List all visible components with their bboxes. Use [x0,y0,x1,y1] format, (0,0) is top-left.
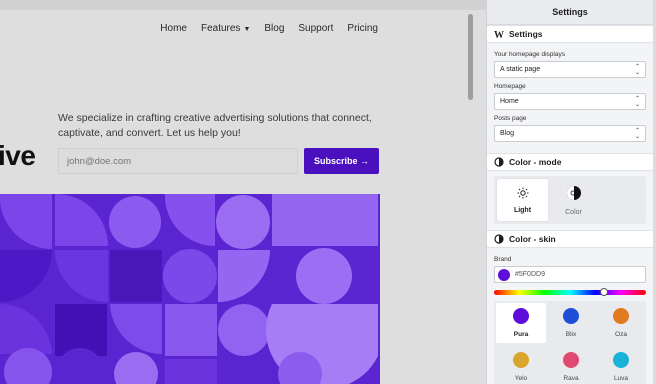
settings-panel: Settings W Settings Your homepage displa… [486,0,653,384]
brand-color-swatch[interactable] [498,268,510,281]
homepage-value: Home [500,98,519,105]
site-preview: Home Features ▼ Blog Support Pricing We s… [0,0,486,384]
color-mode-options: Light Color [494,176,646,224]
skin-label: Blix [565,331,577,338]
color-skin-body: Brand #5F0DD9 Pura Blix Oza Yelo Rava Lu… [487,248,653,384]
subscribe-button[interactable]: Subscribe → [304,148,379,174]
skin-options: Pura Blix Oza Yelo Rava Luva [494,301,646,384]
chevron-up-down-icon: ⌃ ⌄ [634,63,640,76]
preview-scrollbar[interactable] [468,14,473,100]
preview-topbar [0,0,486,10]
chevron-up-down-icon: ⌃ ⌄ [634,95,640,108]
posts-page-label: Posts page [494,115,527,122]
settings-section-body: Your homepage displays A static page ⌃ ⌄ … [487,43,653,153]
chevron-down-icon: ▼ [243,26,251,33]
mode-option-light[interactable]: Light [497,179,548,221]
homepage-label: Homepage [494,83,526,90]
skin-label: Luva [613,375,629,382]
skin-label: Oza [615,331,627,338]
email-input[interactable] [58,148,298,174]
skin-label: Rava [563,375,579,382]
hue-slider-handle[interactable] [600,288,608,296]
skin-swatch [513,352,529,368]
nav-item-blog[interactable]: Blog [264,23,284,34]
brand-color-field[interactable]: #5F0DD9 [494,266,646,283]
mode-label-color: Color [565,208,582,216]
nav-item-features[interactable]: Features ▼ [201,23,250,34]
contrast-icon [494,234,504,244]
skin-swatch [513,308,529,324]
homepage-select[interactable]: Home ⌃ ⌄ [494,93,646,110]
color-mode-section-header[interactable]: Color - mode [487,153,653,171]
svg-text:W: W [494,30,504,39]
posts-page-value: Blog [500,130,515,137]
contrast-icon [494,157,504,167]
nav-item-support[interactable]: Support [298,23,333,34]
mode-option-color[interactable]: Color [548,179,599,221]
skin-option-yelo[interactable]: Yelo [496,347,546,384]
main-nav: Home Features ▼ Blog Support Pricing [160,23,378,34]
color-skin-title: Color - skin [509,234,556,244]
hero-heading: ive [0,140,36,171]
color-skin-section-header[interactable]: Color - skin [487,230,653,248]
wordpress-logo-icon: W [494,30,504,39]
homepage-displays-value: A static page [500,66,541,73]
skin-option-luva[interactable]: Luva [596,347,646,384]
nav-item-pricing[interactable]: Pricing [347,23,378,34]
skin-swatch [613,308,629,324]
hue-slider[interactable] [494,288,646,296]
skin-swatch [563,308,579,324]
settings-section-header[interactable]: W Settings [487,25,653,43]
hero-mosaic-image [0,194,380,384]
posts-page-select[interactable]: Blog ⌃ ⌄ [494,125,646,142]
nav-item-home[interactable]: Home [160,23,187,34]
brand-color-value: #5F0DD9 [515,271,545,278]
skin-swatch [613,352,629,368]
panel-title: Settings [487,0,653,25]
chevron-up-down-icon: ⌃ ⌄ [634,127,640,140]
color-mode-title: Color - mode [509,157,562,167]
mode-label-light: Light [513,206,532,214]
homepage-displays-label: Your homepage displays [494,51,565,58]
skin-option-blix[interactable]: Blix [546,303,596,343]
skin-swatch [563,352,579,368]
skin-option-oza[interactable]: Oza [596,303,646,343]
hero-tagline: We specialize in crafting creative adver… [58,112,372,139]
settings-section-title: Settings [509,29,543,39]
half-sun-icon [566,185,581,200]
homepage-displays-select[interactable]: A static page ⌃ ⌄ [494,61,646,78]
skin-label: Yelo [514,375,528,382]
skin-label: Pura [513,331,529,338]
color-mode-body: Light Color [487,171,653,230]
brand-label: Brand [494,256,512,263]
sun-icon [517,187,528,198]
skin-option-pura[interactable]: Pura [496,303,546,343]
skin-option-rava[interactable]: Rava [546,347,596,384]
